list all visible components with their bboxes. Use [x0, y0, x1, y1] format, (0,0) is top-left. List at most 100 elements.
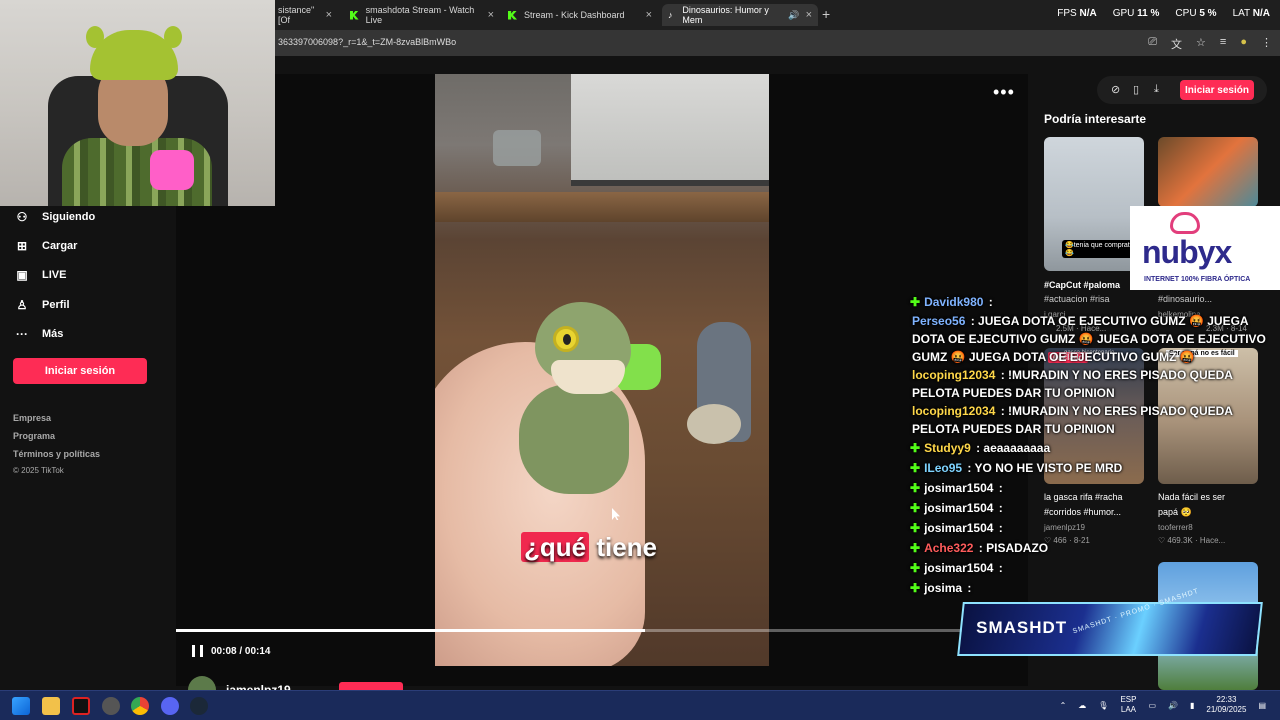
chat-username: josimar1504: [924, 561, 994, 575]
download-icon[interactable]: ⤓: [1154, 83, 1159, 96]
url-text[interactable]: 363397006098?_r=1&_t=ZM-8zvaBlBmWBo: [278, 37, 456, 47]
notifications-icon[interactable]: ▤: [1258, 701, 1266, 710]
scene-dino-jaw: [551, 360, 625, 394]
tab-kick-dashboard[interactable]: Stream - Kick Dashboard ×: [502, 4, 658, 26]
phone-icon[interactable]: ▯: [1133, 83, 1139, 96]
live-icon: ▣: [16, 268, 28, 282]
scene-toy-truck: [493, 130, 541, 166]
close-icon[interactable]: ×: [488, 9, 494, 21]
card-thumb[interactable]: [1158, 137, 1258, 207]
footer-link-programa[interactable]: Programa: [13, 431, 55, 441]
sidebar-item-more[interactable]: ··· Más: [14, 327, 63, 341]
progress-bar[interactable]: [176, 629, 1028, 632]
webcam-microphone: [150, 150, 194, 190]
app-x-icon[interactable]: [72, 697, 90, 715]
video-player[interactable]: ¿qué tiene ••• 00:08 / 00:14: [176, 74, 1028, 686]
scene-dino-body: [519, 384, 629, 494]
close-icon[interactable]: ×: [806, 9, 812, 21]
chrome-icon[interactable]: [131, 697, 149, 715]
follow-button[interactable]: [339, 682, 403, 690]
chat-message: locoping12034 : !MURADIN Y NO ERES PISAD…: [910, 366, 1280, 402]
video-subtitle: ¿qué tiene: [521, 532, 657, 563]
system-tray: ⌃ ☁ 🎙 ESP LAA ▭ 🔊 ▮ 22:33 21/09/2025 ▤: [1060, 695, 1266, 715]
tab-partial[interactable]: sistance" [Of ×: [272, 4, 338, 26]
more-icon: ···: [16, 327, 28, 341]
webcam-overlay: [0, 0, 275, 206]
profile-avatar-icon[interactable]: ●: [1240, 36, 1247, 52]
sidebar-item-live[interactable]: ▣ LIVE: [14, 268, 66, 282]
chat-username: josimar1504: [924, 521, 994, 535]
chat-username: josimar1504: [924, 481, 994, 495]
volume-icon[interactable]: 🔊: [1168, 701, 1178, 710]
chat-username: josima: [924, 581, 963, 595]
video-frame[interactable]: ¿qué tiene: [435, 74, 769, 666]
new-tab-icon[interactable]: +: [822, 6, 830, 22]
chat-text: :: [995, 501, 1003, 515]
media-icon[interactable]: ≡: [1220, 36, 1226, 52]
login-button-sidebar[interactable]: Iniciar sesión: [13, 358, 147, 384]
start-windows-icon[interactable]: [12, 697, 30, 715]
microphone-icon[interactable]: 🎙: [1098, 701, 1108, 710]
tab-smashdota[interactable]: smashdota Stream - Watch Live ×: [344, 4, 500, 26]
kick-badge-icon: ✚: [910, 521, 921, 535]
sidebar-item-following[interactable]: ⚇ Siguiendo: [14, 210, 96, 224]
footer-link-terms[interactable]: Términos y políticas: [13, 449, 100, 459]
compass-icon[interactable]: ⊘: [1111, 83, 1120, 96]
discord-icon[interactable]: [161, 697, 179, 715]
close-icon[interactable]: ×: [326, 9, 332, 21]
address-bar-icons: ⎚ 文 ☆ ≡ ● ⋮: [1148, 36, 1272, 52]
nubyx-logo-icon: [1170, 212, 1200, 234]
tab-tiktok-active[interactable]: ♪ Dinosaurios: Humor y Mem 🔊 ×: [662, 4, 818, 26]
cast-icon[interactable]: ⎚: [1148, 36, 1157, 52]
pause-icon[interactable]: [192, 645, 203, 657]
scene-console: [571, 74, 769, 186]
smashdt-banner: SMASHDT SMASHDT · PROMO · SMASHDT: [957, 588, 1263, 656]
sidebar-item-profile[interactable]: ♙ Perfil: [14, 298, 70, 312]
footer-link-empresa[interactable]: Empresa: [13, 413, 51, 423]
chat-message: ✚ josimar1504 :: [910, 518, 1280, 538]
card-thumb[interactable]: 😂tenia que compratir😂: [1044, 137, 1144, 271]
kick-badge-icon: ✚: [910, 461, 921, 475]
sidebar-item-upload[interactable]: ⊞ Cargar: [14, 239, 78, 253]
sidebar-item-label: Perfil: [42, 299, 70, 311]
card-caption[interactable]: #CapCut #paloma: [1044, 278, 1120, 292]
kick-badge-icon: ✚: [910, 501, 921, 515]
chat-text: :: [995, 481, 1003, 495]
cloud-icon[interactable]: ☁: [1078, 701, 1086, 710]
copyright: © 2025 TikTok: [13, 466, 64, 475]
more-options-icon[interactable]: •••: [993, 82, 1015, 103]
close-icon[interactable]: ×: [646, 9, 652, 21]
kick-badge-icon: ✚: [910, 541, 921, 555]
language-indicator[interactable]: ESP LAA: [1120, 695, 1136, 715]
battery-icon[interactable]: ▮: [1190, 701, 1194, 710]
upload-icon: ⊞: [16, 239, 28, 253]
tab-label: sistance" [Of: [278, 5, 315, 25]
tab-label: Stream - Kick Dashboard: [524, 10, 625, 20]
nubyx-name: nubyx: [1142, 234, 1232, 270]
file-explorer-icon[interactable]: [42, 697, 60, 715]
steam-icon[interactable]: [190, 697, 208, 715]
network-icon[interactable]: ▭: [1148, 701, 1156, 710]
login-button-top[interactable]: Iniciar sesión: [1180, 80, 1254, 100]
windows-taskbar: ⌃ ☁ 🎙 ESP LAA ▭ 🔊 ▮ 22:33 21/09/2025 ▤: [0, 690, 1280, 720]
section-title: Podría interesarte: [1044, 112, 1147, 126]
chat-text: :: [995, 521, 1003, 535]
chat-text: :: [964, 581, 972, 595]
chat-message: ✚ josimar1504 :: [910, 558, 1280, 578]
chat-text: : aeaaaaaaaa: [972, 441, 1051, 455]
playback-time: 00:08 / 00:14: [211, 646, 271, 657]
scene-shelf: [435, 192, 769, 222]
progress-fill: [176, 629, 645, 632]
chevron-up-icon[interactable]: ⌃: [1060, 701, 1067, 710]
bookmark-star-icon[interactable]: ☆: [1196, 36, 1206, 52]
scene-dino-eye: [553, 326, 579, 352]
chat-username: Ache322: [924, 541, 974, 555]
settings-gear-icon[interactable]: [102, 697, 120, 715]
chat-message: ✚ Ache322 : PISADAZO: [910, 538, 1280, 558]
audio-icon[interactable]: 🔊: [788, 10, 799, 21]
perf-overlay: FPS N/A GPU 11 % CPU 5 % LAT N/A: [1057, 8, 1270, 19]
kick-badge-icon: ✚: [910, 581, 921, 595]
clock[interactable]: 22:33 21/09/2025: [1206, 695, 1246, 715]
translate-icon[interactable]: 文: [1171, 36, 1182, 52]
menu-kebab-icon[interactable]: ⋮: [1261, 36, 1272, 52]
